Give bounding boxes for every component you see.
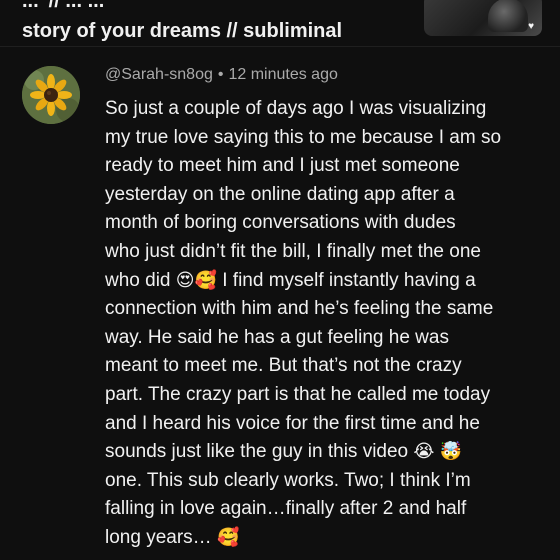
comment-time[interactable]: 12 minutes ago bbox=[228, 66, 337, 83]
comment-meta: @Sarah-sn8og • 12 minutes ago bbox=[105, 64, 338, 86]
heart-eyes-emoji-icon: 😍 bbox=[175, 269, 195, 291]
loudly-crying-emoji-icon: 😭 bbox=[413, 441, 435, 463]
comment-text: So just a couple of days ago I was visua… bbox=[105, 95, 550, 553]
video-thumbnail[interactable]: ♥ bbox=[424, 0, 542, 36]
sunflower-avatar-icon bbox=[22, 66, 80, 124]
comment-line: meant to meet me. But that’s not the cra… bbox=[105, 355, 462, 377]
video-title[interactable]: ...’ // ... ... story of your dreams // … bbox=[22, 0, 412, 46]
video-header: ...’ // ... ... story of your dreams // … bbox=[0, 0, 560, 46]
comment-line: my true love saying this to me because I… bbox=[105, 126, 502, 148]
comment-line: yesterday on the online dating app after… bbox=[105, 183, 455, 205]
comment-line: month of boring conversations with dudes bbox=[105, 212, 456, 234]
comment-line: who just didn’t fit the bill, I finally … bbox=[105, 240, 481, 262]
smiling-face-with-hearts-emoji-icon: 🥰 bbox=[194, 269, 217, 291]
comment-line: long years… 🥰 bbox=[105, 524, 550, 553]
smiling-face-with-hearts-emoji-icon: 🥰 bbox=[216, 526, 240, 548]
video-title-line-1: ...’ // ... ... bbox=[22, 0, 105, 12]
comment-line-text: long years… bbox=[105, 526, 212, 548]
meta-separator: • bbox=[217, 66, 224, 83]
comment-line: So just a couple of days ago I was visua… bbox=[105, 98, 487, 119]
comment-line: way. He said he has a gut feeling he was bbox=[105, 326, 449, 348]
comment-line-text: I find myself instantly having a bbox=[222, 269, 476, 291]
comment-author[interactable]: @Sarah-sn8og bbox=[105, 66, 213, 83]
comment-line: who did 😍🥰 I find myself instantly havin… bbox=[105, 267, 550, 296]
video-title-line-2: story of your dreams // subliminal bbox=[22, 20, 343, 42]
comment-line: falling in love again…finally after 2 an… bbox=[105, 498, 467, 520]
comment-line: part. The crazy part is that he called m… bbox=[105, 383, 491, 405]
heart-icon: ♥ bbox=[528, 21, 534, 32]
thumbnail-figure bbox=[488, 0, 528, 32]
comment-line: and I heard his voice for the first time… bbox=[105, 412, 480, 434]
comment-line: ready to meet him and I just met someone bbox=[105, 155, 460, 177]
comment-line: one. This sub clearly works. Two; I thin… bbox=[105, 469, 471, 491]
comment-line: connection with him and he’s feeling the… bbox=[105, 298, 494, 320]
comment-line: sounds just like the guy in this video 😭… bbox=[105, 438, 550, 467]
comment-line-text: who did bbox=[105, 269, 171, 291]
commenter-avatar[interactable] bbox=[22, 66, 80, 124]
exploding-head-emoji-icon: 🤯 bbox=[439, 441, 463, 463]
header-divider bbox=[0, 46, 560, 47]
comment-line-text: sounds just like the guy in this video bbox=[105, 441, 409, 463]
